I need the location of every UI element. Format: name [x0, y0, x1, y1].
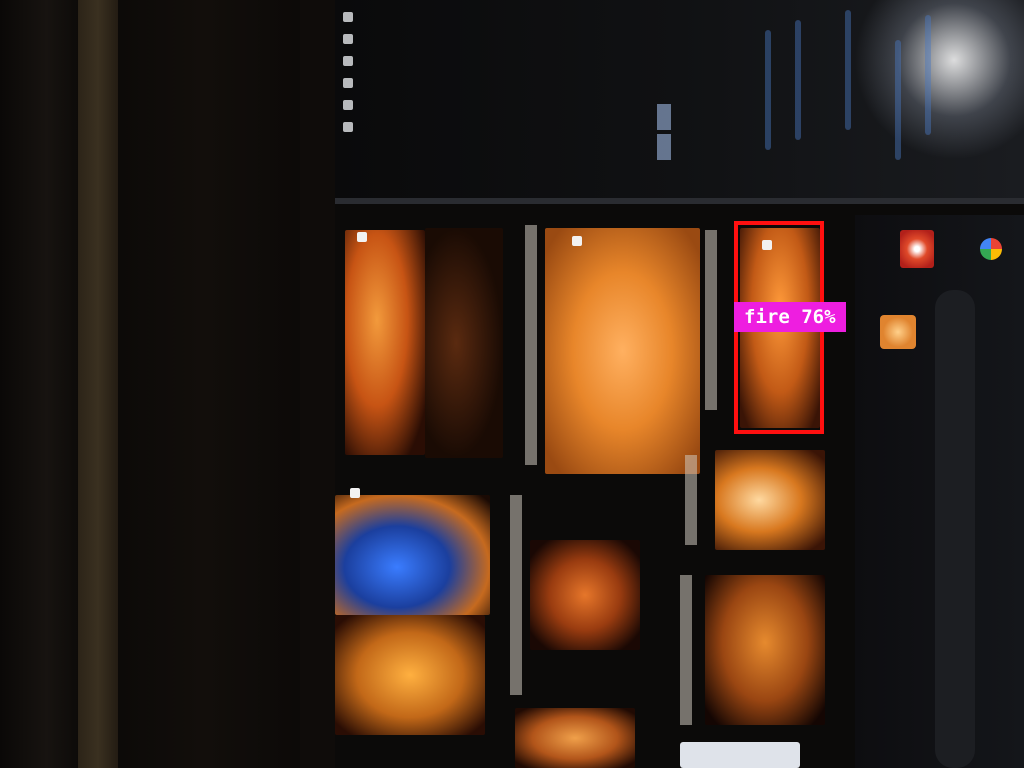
- blur-line: [845, 10, 851, 130]
- tab-mark: [657, 134, 671, 160]
- camera-photo: fire 76%: [0, 0, 1024, 768]
- fire-image-tile: [425, 228, 503, 458]
- fire-image-tile: [705, 575, 825, 725]
- blurred-caption: [525, 225, 537, 465]
- fire-image-tile: [530, 540, 640, 650]
- search-bar: [935, 290, 975, 768]
- blur-line: [795, 20, 801, 140]
- blurred-card: [680, 742, 800, 768]
- blurred-tabs: [653, 100, 693, 200]
- blurred-caption: [680, 575, 692, 725]
- monitor-screen: [335, 0, 1024, 768]
- wooden-frame: [78, 0, 118, 768]
- fire-image-tile: [345, 230, 425, 455]
- browser-top-area: [335, 0, 1024, 200]
- blurred-caption: [705, 230, 717, 410]
- blur-line: [765, 30, 771, 150]
- fire-image-tile: [715, 450, 825, 550]
- toolbar-icon: [343, 78, 353, 88]
- toolbar-icon: [343, 100, 353, 110]
- fire-image-tile: [335, 495, 490, 615]
- monitor-bezel-inner: [300, 0, 335, 768]
- checkbox-icon: [572, 236, 582, 246]
- blurred-text-lines: [755, 10, 955, 160]
- google-logo-icon: [980, 238, 1002, 260]
- checkbox-icon: [357, 232, 367, 242]
- tab-mark: [657, 104, 671, 130]
- desk-edge: [0, 0, 78, 768]
- toolbar-icon: [343, 56, 353, 66]
- related-thumbnail: [880, 315, 916, 349]
- checkbox-icon: [350, 488, 360, 498]
- toolbar-icons: [341, 0, 355, 190]
- fire-image-tile: [335, 615, 485, 735]
- blur-line: [895, 40, 901, 160]
- toolbar-icon: [343, 122, 353, 132]
- toolbar-icon: [343, 12, 353, 22]
- detection-label: fire 76%: [734, 302, 846, 332]
- related-thumbnail: [900, 230, 934, 268]
- content-divider: [335, 198, 1024, 204]
- blurred-caption: [685, 455, 697, 545]
- fire-image-tile: [545, 228, 700, 474]
- fire-image-tile: [515, 708, 635, 768]
- blur-line: [925, 15, 931, 135]
- toolbar-icon: [343, 34, 353, 44]
- blurred-caption: [510, 495, 522, 695]
